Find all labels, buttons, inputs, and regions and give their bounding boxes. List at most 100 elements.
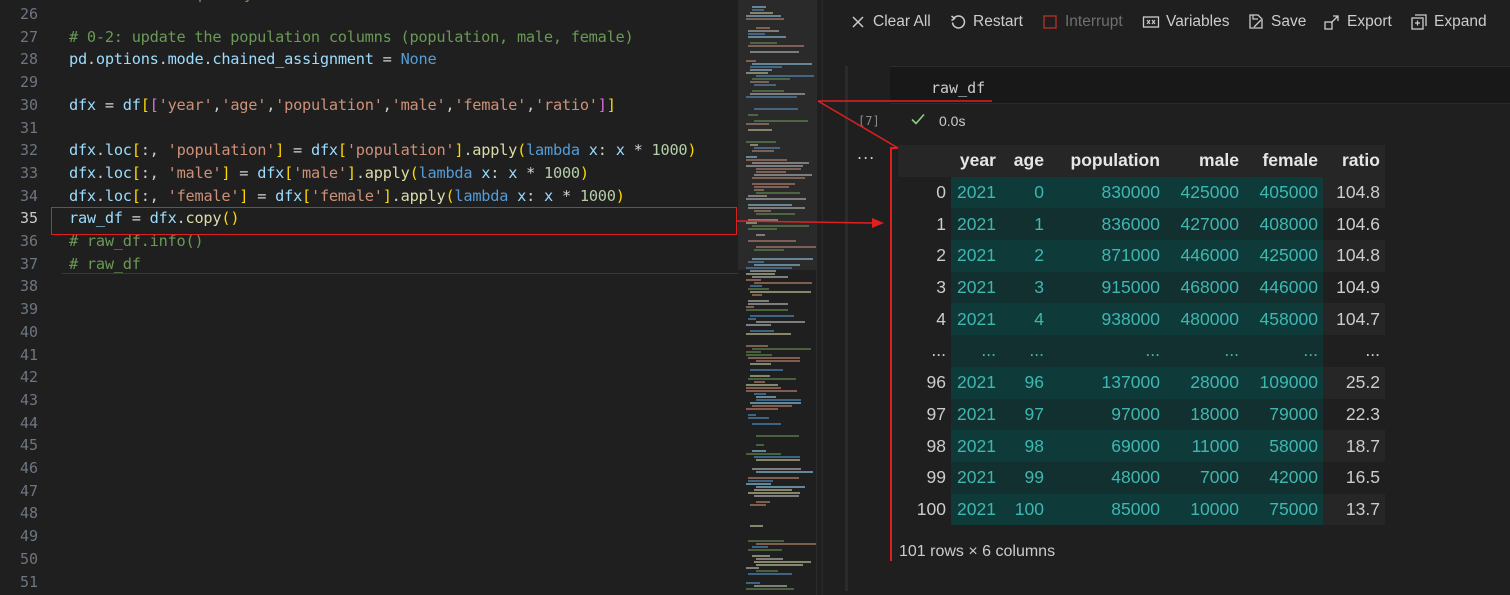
variables-button[interactable]: Variables — [1142, 10, 1229, 34]
code-token: lambda — [526, 141, 580, 160]
cell-divider — [62, 273, 738, 274]
save-button[interactable]: Save — [1247, 10, 1306, 34]
code-line[interactable]: 27 # 0-2: update the population columns (… — [0, 26, 738, 49]
code-line[interactable]: 31 — [0, 117, 738, 140]
code-line[interactable]: 40 — [0, 321, 738, 344]
code-token: dfx — [69, 141, 96, 160]
minimap-line — [754, 456, 800, 458]
clear-all-button[interactable]: Clear All — [849, 10, 931, 34]
minimap-line — [746, 384, 778, 386]
restart-button[interactable]: Restart — [949, 10, 1023, 34]
minimap-line — [748, 303, 788, 305]
cell-female: 42000 — [1243, 461, 1323, 494]
code-line[interactable]: 33 dfx.loc[:, 'male'] = dfx['male'].apply… — [0, 162, 738, 185]
code-text: pd.options.mode.chained_assignment = Non… — [69, 48, 437, 71]
expand-button[interactable]: Expand — [1410, 10, 1487, 34]
code-line[interactable]: 41 — [0, 344, 738, 367]
code-line[interactable]: 30 dfx = df[['year','age','population','m… — [0, 94, 738, 117]
code-token: ) — [615, 186, 625, 205]
restart-icon — [951, 15, 966, 29]
code-line[interactable]: 49 — [0, 525, 738, 548]
code-token: [ — [131, 141, 141, 160]
cell-population: 85000 — [1048, 493, 1165, 526]
minimap-line — [754, 585, 787, 587]
code-line[interactable]: 38 — [0, 275, 738, 298]
table-header-row: year age population male female ratio — [898, 145, 1385, 177]
code-token: . — [95, 186, 105, 205]
code-token: :, — [140, 163, 168, 182]
line-number: 37 — [19, 254, 38, 273]
code-line[interactable]: 32 dfx.loc[:, 'population'] = dfx['popula… — [0, 139, 738, 162]
cell-year: 2021 — [951, 240, 1001, 272]
code-line[interactable]: 46 — [0, 457, 738, 480]
code-line[interactable]: 28 pd.options.mode.chained_assignment = N… — [0, 48, 738, 71]
code-line[interactable]: 29 — [0, 71, 738, 94]
table-row: 2 2021 2 871000 446000 425000 104.8 — [898, 240, 1385, 272]
code-token: ( — [409, 163, 419, 182]
interrupt-button[interactable]: Interrupt — [1041, 10, 1123, 34]
code-token: , — [526, 95, 536, 114]
minimap-line — [746, 279, 761, 281]
code-editor[interactable]: # 0-1: ... keep only the ... columns ...… — [0, 0, 738, 595]
cell-population: 871000 — [1048, 240, 1165, 272]
minimap-slider[interactable] — [738, 0, 822, 270]
minimap-line — [756, 459, 800, 461]
minimap-line — [754, 381, 765, 383]
code-token: x — [544, 186, 553, 205]
code-line[interactable]: 50 — [0, 548, 738, 571]
restart-label: Restart — [973, 13, 1023, 30]
minimap-line — [746, 351, 761, 353]
code-line[interactable]: 39 — [0, 298, 738, 321]
output-more-actions-button[interactable]: ... — [857, 144, 875, 163]
code-token: 'population' — [346, 141, 455, 160]
code-token: [ — [302, 186, 312, 205]
code-line[interactable]: 45 — [0, 434, 738, 457]
code-line[interactable]: 34 dfx.loc[:, 'female'] = dfx['female'].a… — [0, 185, 738, 208]
code-token: * — [517, 163, 545, 182]
code-token: . — [355, 163, 365, 182]
code-token: 'age' — [221, 95, 267, 114]
cell-age: 2 — [1000, 240, 1049, 272]
code-text: dfx.loc[:, 'male'] = dfx['male'].apply(l… — [69, 162, 589, 185]
cell-population: 69000 — [1048, 430, 1165, 462]
code-line[interactable]: 37 # raw_df — [0, 253, 738, 276]
cell-year: 2021 — [951, 493, 1001, 526]
cell-male: 10000 — [1164, 493, 1244, 526]
cell-population: 915000 — [1048, 271, 1165, 304]
code-token: * — [624, 141, 652, 160]
code-token: 'female' — [311, 186, 383, 205]
minimap-line — [756, 360, 800, 362]
code-line[interactable]: 42 — [0, 366, 738, 389]
code-line[interactable]: 43 — [0, 389, 738, 412]
cell-input-code[interactable]: raw_df — [931, 79, 985, 97]
code-token: ( — [517, 141, 527, 160]
minimap-line — [746, 324, 771, 326]
table-row: 100 2021 100 85000 10000 75000 13.7 — [898, 493, 1385, 526]
cell-ratio: 13.7 — [1322, 493, 1385, 526]
cell-female: 458000 — [1243, 303, 1323, 336]
code-token: lambda — [454, 186, 509, 205]
code-line[interactable]: 44 — [0, 412, 738, 435]
export-button[interactable]: Export — [1323, 10, 1392, 34]
table-row: 3 2021 3 915000 468000 446000 104.9 — [898, 271, 1385, 304]
cell-year: ... — [951, 335, 1001, 367]
line-number: 32 — [19, 141, 38, 160]
row-index: 4 — [898, 303, 951, 336]
line-number: 48 — [19, 504, 38, 523]
code-token: loc — [104, 163, 132, 182]
cell-population: 938000 — [1048, 303, 1165, 336]
cell-male: 480000 — [1164, 303, 1244, 336]
minimap-line — [754, 561, 811, 563]
cell-year: 2021 — [951, 303, 1001, 336]
line-number: 30 — [19, 95, 38, 114]
code-token: 'population' — [167, 141, 276, 160]
code-line[interactable]: 47 — [0, 480, 738, 503]
cell-population: ... — [1048, 335, 1165, 367]
code-line[interactable]: 48 — [0, 502, 738, 525]
code-token: dfx — [310, 141, 338, 160]
code-token: options — [95, 50, 159, 69]
row-index: 2 — [898, 240, 951, 272]
code-line[interactable]: 26 — [0, 3, 738, 26]
code-line[interactable]: 51 — [0, 571, 738, 594]
code-text: dfx = df[['year','age','population','mal… — [69, 94, 616, 117]
